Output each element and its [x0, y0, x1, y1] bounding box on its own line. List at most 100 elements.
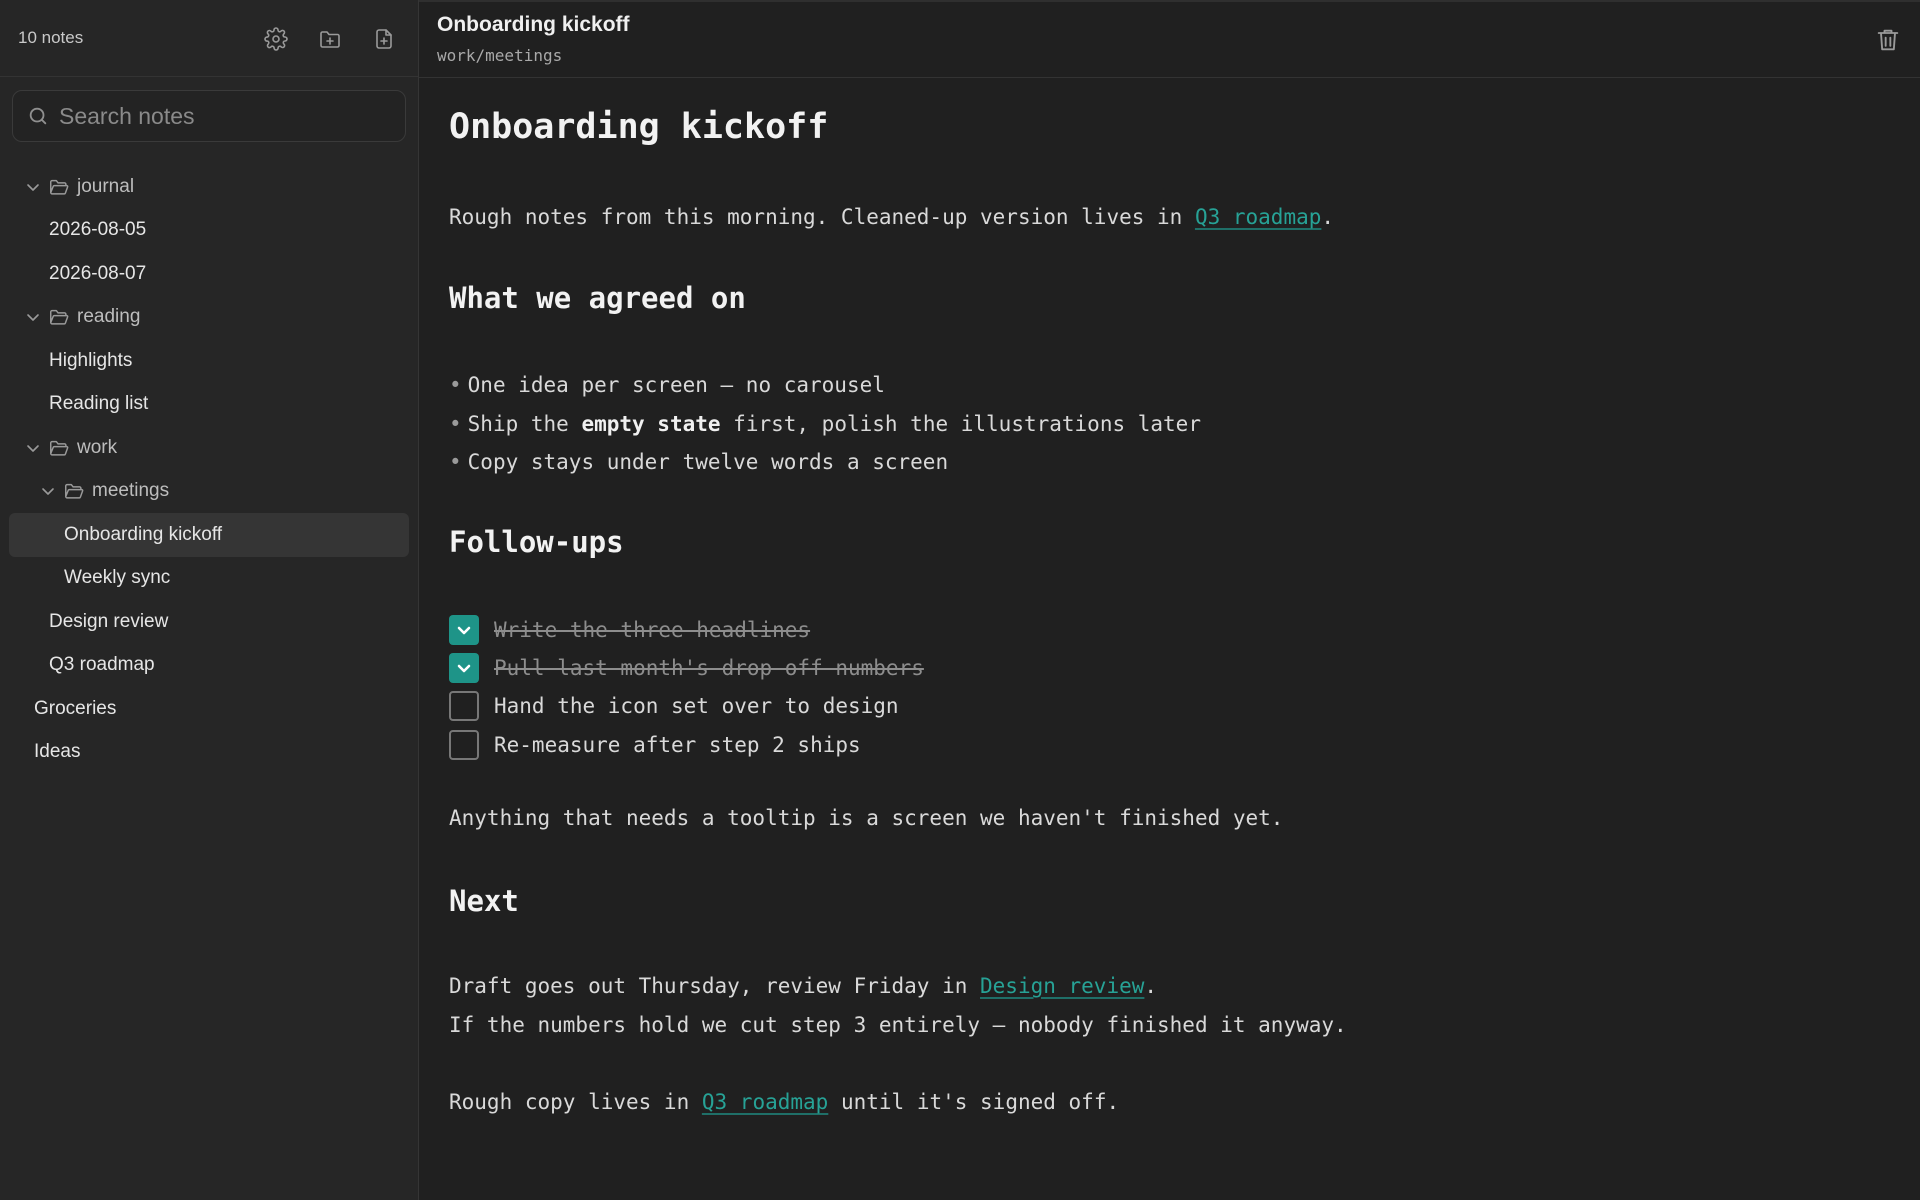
tree-label: Ideas: [34, 741, 81, 763]
tree-note-2026-08-05[interactable]: 2026-08-05: [0, 209, 419, 253]
paragraph-text: Draft goes out Thursday, review Friday i…: [449, 974, 981, 998]
tree-note-groceries[interactable]: Groceries: [0, 687, 419, 731]
settings-button[interactable]: [256, 22, 296, 56]
chevron-down-icon[interactable]: [24, 178, 42, 196]
intro-end: .: [1321, 205, 1335, 229]
paragraph-text: Rough copy lives in: [449, 1090, 702, 1114]
tree-note-2026-08-07[interactable]: 2026-08-07: [0, 252, 419, 296]
folder-open-icon: [63, 480, 85, 502]
note-title: Onboarding kickoff: [437, 13, 630, 36]
intro-paragraph: Rough notes from this morning. Cleaned-u…: [449, 205, 1334, 229]
tree-note-highlights[interactable]: Highlights: [0, 339, 419, 383]
list-item-text: first, polish the illustrations later: [720, 412, 1201, 436]
note-count: 10 notes: [18, 28, 84, 47]
closing-paragraph: Rough copy lives in Q3 roadmap until it'…: [449, 1090, 1119, 1114]
link-design-review[interactable]: Design review: [980, 974, 1144, 998]
task-label: Hand the icon set over to design: [494, 694, 899, 718]
task-checkbox-checked[interactable]: [449, 653, 479, 683]
chevron-down-icon[interactable]: [24, 308, 42, 326]
task-label: Write the three headlines: [494, 618, 811, 642]
list-item-text: Ship the: [467, 412, 582, 436]
paragraph-text: until it's signed off.: [828, 1090, 1120, 1114]
list-item-text: Copy stays under twelve words a screen: [467, 450, 949, 474]
tree-label: Groceries: [34, 697, 117, 719]
link-q3-roadmap[interactable]: Q3 roadmap: [702, 1090, 828, 1114]
folder-plus-icon: [320, 31, 340, 48]
file-plus-icon: [376, 29, 392, 49]
sidebar: 10 notes Search notes journal 2026-08-05…: [0, 0, 419, 1200]
tree-note-reading-list[interactable]: Reading list: [0, 383, 419, 427]
paragraph-text: .: [1144, 974, 1158, 998]
new-folder-button[interactable]: [310, 22, 350, 56]
bullet-dot: •: [449, 412, 462, 436]
tree-label: Reading list: [49, 393, 149, 415]
tree-label: journal: [77, 175, 135, 197]
tree-label: Highlights: [49, 349, 133, 371]
note-tree: journal 2026-08-05 2026-08-07 reading Hi…: [0, 165, 419, 774]
task-checkbox-unchecked[interactable]: [449, 691, 479, 721]
bullet-dot: •: [449, 373, 462, 397]
note-header: Onboarding kickoff work/meetings: [419, 0, 1920, 78]
sidebar-header: 10 notes: [0, 0, 418, 77]
task-checkbox-checked[interactable]: [449, 615, 479, 645]
tree-folder-work[interactable]: work: [0, 426, 419, 470]
link-q3-roadmap[interactable]: Q3 roadmap: [1195, 205, 1321, 229]
chevron-down-icon[interactable]: [24, 439, 42, 457]
tree-label: 2026-08-07: [49, 262, 147, 284]
bold-text: empty state: [581, 412, 721, 436]
section-heading-followups: Follow-ups: [449, 525, 624, 559]
note-path: work/meetings: [437, 46, 563, 65]
task-item: Re-measure after step 2 ships: [449, 730, 861, 760]
task-checkbox-unchecked[interactable]: [449, 730, 479, 760]
tree-label: Q3 roadmap: [49, 654, 155, 676]
tree-label: work: [77, 436, 118, 458]
list-item-text: One idea per screen — no carousel: [467, 373, 885, 397]
list-item: • Copy stays under twelve words a screen: [449, 450, 948, 474]
gear-icon: [264, 27, 288, 51]
tree-label: Design review: [49, 610, 169, 632]
folder-open-icon: [48, 306, 70, 328]
tree-label: Onboarding kickoff: [64, 523, 223, 545]
list-item: • Ship the empty state first, polish the …: [449, 412, 1201, 436]
search-box[interactable]: [12, 90, 406, 142]
note-editor: Onboarding kickoff work/meetings Onboard…: [419, 0, 1920, 1200]
tree-label: 2026-08-05: [49, 219, 147, 241]
list-item: • One idea per screen — no carousel: [449, 373, 885, 397]
task-label: Pull last month's drop-off numbers: [494, 656, 924, 680]
next-paragraph-line2: If the numbers hold we cut step 3 entire…: [449, 1013, 1347, 1037]
tree-note-q3-roadmap[interactable]: Q3 roadmap: [0, 644, 419, 688]
delete-note-button[interactable]: [1874, 26, 1902, 54]
checkmark-icon: [457, 626, 471, 635]
tree-folder-meetings[interactable]: meetings: [0, 470, 419, 514]
task-item: Hand the icon set over to design: [449, 691, 899, 721]
checkmark-icon: [457, 664, 471, 673]
search-icon: [27, 105, 49, 127]
next-paragraph: Draft goes out Thursday, review Friday i…: [449, 974, 1157, 998]
app-window: 10 notes Search notes journal 2026-08-05…: [0, 0, 1920, 1200]
chevron-down-icon[interactable]: [39, 482, 57, 500]
sidebar-actions: [256, 22, 418, 56]
task-item: Write the three headlines: [449, 615, 810, 645]
new-note-button[interactable]: [364, 22, 404, 56]
tree-label: Weekly sync: [64, 567, 171, 589]
bullet-dot: •: [449, 450, 462, 474]
section-heading-next: Next: [449, 884, 519, 918]
tree-note-onboarding-kickoff[interactable]: Onboarding kickoff: [9, 513, 409, 557]
search-input[interactable]: [57, 101, 381, 131]
folder-open-icon: [48, 437, 70, 459]
folder-open-icon: [48, 176, 70, 198]
tree-note-design-review[interactable]: Design review: [0, 600, 419, 644]
tree-note-weekly-sync[interactable]: Weekly sync: [0, 557, 419, 601]
trash-icon: [1877, 29, 1899, 51]
tree-folder-journal[interactable]: journal: [0, 165, 419, 209]
note-heading: Onboarding kickoff: [449, 107, 829, 147]
tree-label: reading: [77, 306, 141, 328]
quote-paragraph: Anything that needs a tooltip is a scree…: [449, 806, 1284, 830]
section-heading-agreed: What we agreed on: [449, 281, 746, 315]
intro-text: Rough notes from this morning. Cleaned-u…: [449, 205, 1195, 229]
task-label: Re-measure after step 2 ships: [494, 733, 861, 757]
tree-folder-reading[interactable]: reading: [0, 296, 419, 340]
tree-label: meetings: [92, 480, 170, 502]
task-item: Pull last month's drop-off numbers: [449, 653, 924, 683]
tree-note-ideas[interactable]: Ideas: [0, 731, 419, 775]
